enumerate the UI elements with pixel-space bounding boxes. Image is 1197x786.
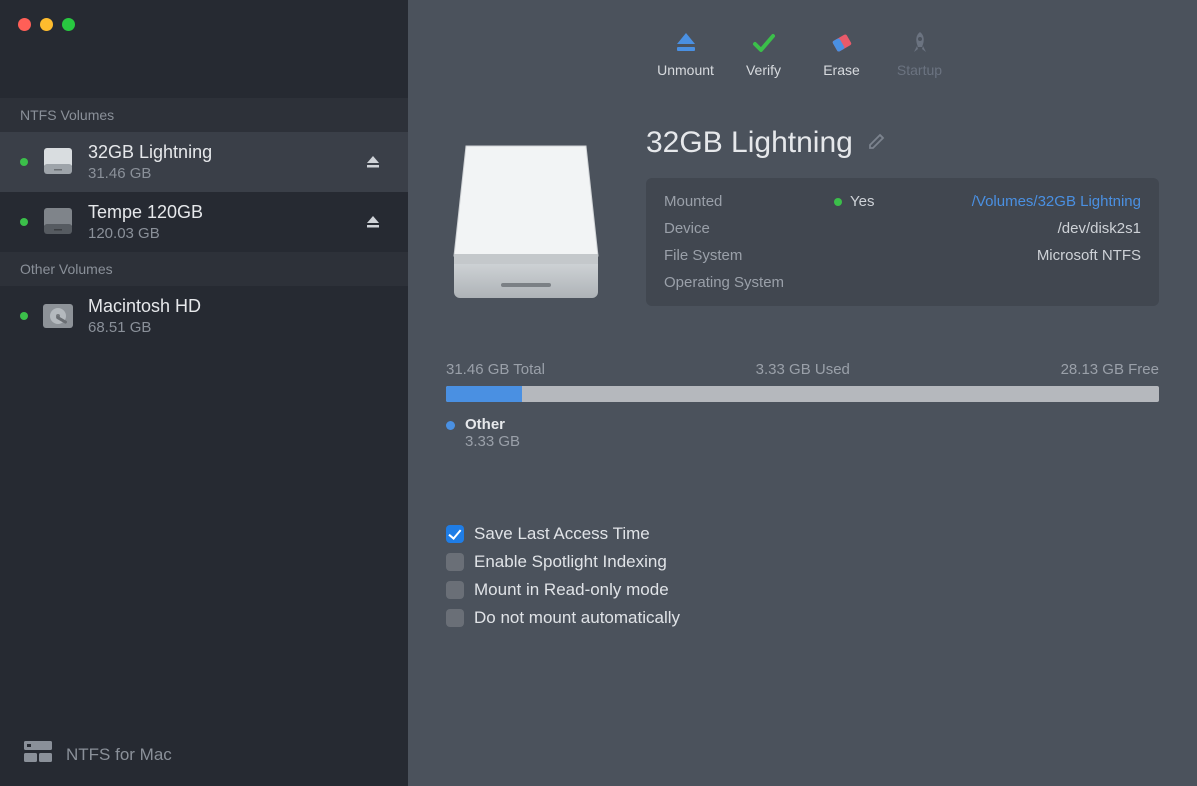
eraser-icon	[827, 28, 857, 58]
checkbox-icon[interactable]	[446, 525, 464, 543]
unmount-button[interactable]: Unmount	[655, 28, 717, 78]
legend-name: Other	[465, 416, 520, 433]
edit-name-button[interactable]	[867, 131, 887, 156]
volume-title: 32GB Lightning	[646, 126, 853, 160]
volume-size: 31.46 GB	[88, 165, 346, 182]
drive-illustration-icon	[446, 126, 606, 321]
usage-used: 3.33 GB Used	[756, 361, 850, 378]
checkmark-icon	[749, 28, 779, 58]
usage-bar	[446, 386, 1159, 402]
startup-button: Startup	[889, 28, 951, 78]
option-label: Enable Spotlight Indexing	[474, 552, 667, 572]
volume-info-table: Mounted Yes /Volumes/32GB Lightning Devi…	[646, 178, 1159, 306]
app-window: NTFS Volumes 32GB Lightning 31.46 GB	[0, 0, 1197, 786]
zoom-window-button[interactable]	[62, 18, 75, 31]
titlebar	[0, 0, 408, 48]
checkbox-icon[interactable]	[446, 609, 464, 627]
mounted-status: Yes	[850, 193, 874, 210]
volume-size: 68.51 GB	[88, 319, 388, 336]
toolbar-label: Unmount	[657, 62, 714, 78]
info-row-filesystem: File System Microsoft NTFS	[664, 242, 1141, 269]
info-label: File System	[664, 247, 834, 264]
sidebar-section-header: Other Volumes	[0, 252, 408, 286]
toolbar-label: Erase	[823, 62, 860, 78]
volume-name: Macintosh HD	[88, 296, 388, 317]
erase-button[interactable]: Erase	[811, 28, 873, 78]
option-label: Do not mount automatically	[474, 608, 680, 628]
sidebar-volume-item[interactable]: Macintosh HD 68.51 GB	[0, 286, 408, 346]
option-read-only[interactable]: Mount in Read-only mode	[446, 576, 1159, 604]
info-row-mounted: Mounted Yes /Volumes/32GB Lightning	[664, 188, 1141, 215]
usage-fill	[446, 386, 522, 402]
verify-button[interactable]: Verify	[733, 28, 795, 78]
eject-button[interactable]	[358, 147, 388, 177]
sidebar-section-header: NTFS Volumes	[0, 98, 408, 132]
eject-button[interactable]	[358, 207, 388, 237]
eject-icon	[671, 28, 701, 58]
product-name: NTFS for Mac	[66, 745, 172, 765]
status-dot-icon	[20, 218, 28, 226]
option-label: Mount in Read-only mode	[474, 580, 669, 600]
sidebar-volume-item[interactable]: Tempe 120GB 120.03 GB	[0, 192, 408, 252]
legend-size: 3.33 GB	[465, 433, 520, 450]
status-dot-icon	[20, 158, 28, 166]
external-drive-icon	[40, 144, 76, 180]
usage-stats: 31.46 GB Total 3.33 GB Used 28.13 GB Fre…	[446, 361, 1159, 378]
status-dot-icon	[20, 312, 28, 320]
checkbox-icon[interactable]	[446, 553, 464, 571]
volume-size: 120.03 GB	[88, 225, 346, 242]
product-logo-icon	[24, 741, 52, 768]
toolbar: Unmount Verify Erase	[408, 0, 1197, 96]
usage-total: 31.46 GB Total	[446, 361, 545, 378]
mount-path-link[interactable]: /Volumes/32GB Lightning	[954, 193, 1141, 210]
info-row-os: Operating System	[664, 269, 1141, 296]
volume-name: Tempe 120GB	[88, 202, 346, 223]
sidebar-footer: NTFS for Mac	[0, 723, 408, 786]
volume-overview: 32GB Lightning Mounted Yes /Volu	[446, 126, 1159, 321]
usage-legend: Other 3.33 GB	[446, 416, 1159, 450]
usage-free: 28.13 GB Free	[1061, 361, 1159, 378]
info-label: Mounted	[664, 193, 834, 210]
external-drive-icon	[40, 204, 76, 240]
volume-name: 32GB Lightning	[88, 142, 346, 163]
toolbar-label: Startup	[897, 62, 942, 78]
option-label: Save Last Access Time	[474, 524, 650, 544]
main-panel: Unmount Verify Erase	[408, 0, 1197, 786]
internal-drive-icon	[40, 298, 76, 334]
option-spotlight-indexing[interactable]: Enable Spotlight Indexing	[446, 548, 1159, 576]
legend-dot-icon	[446, 421, 455, 430]
close-window-button[interactable]	[18, 18, 31, 31]
sidebar-volume-item[interactable]: 32GB Lightning 31.46 GB	[0, 132, 408, 192]
option-save-last-access[interactable]: Save Last Access Time	[446, 520, 1159, 548]
toolbar-label: Verify	[746, 62, 781, 78]
option-no-automount[interactable]: Do not mount automatically	[446, 604, 1159, 632]
minimize-window-button[interactable]	[40, 18, 53, 31]
info-label: Device	[664, 220, 834, 237]
mount-options: Save Last Access Time Enable Spotlight I…	[446, 520, 1159, 632]
info-row-device: Device /dev/disk2s1	[664, 215, 1141, 242]
checkbox-icon[interactable]	[446, 581, 464, 599]
status-dot-icon	[834, 198, 842, 206]
rocket-icon	[905, 28, 935, 58]
info-label: Operating System	[664, 274, 834, 291]
info-value: /dev/disk2s1	[834, 220, 1141, 237]
info-value: Microsoft NTFS	[834, 247, 1141, 264]
sidebar: NTFS Volumes 32GB Lightning 31.46 GB	[0, 0, 408, 786]
